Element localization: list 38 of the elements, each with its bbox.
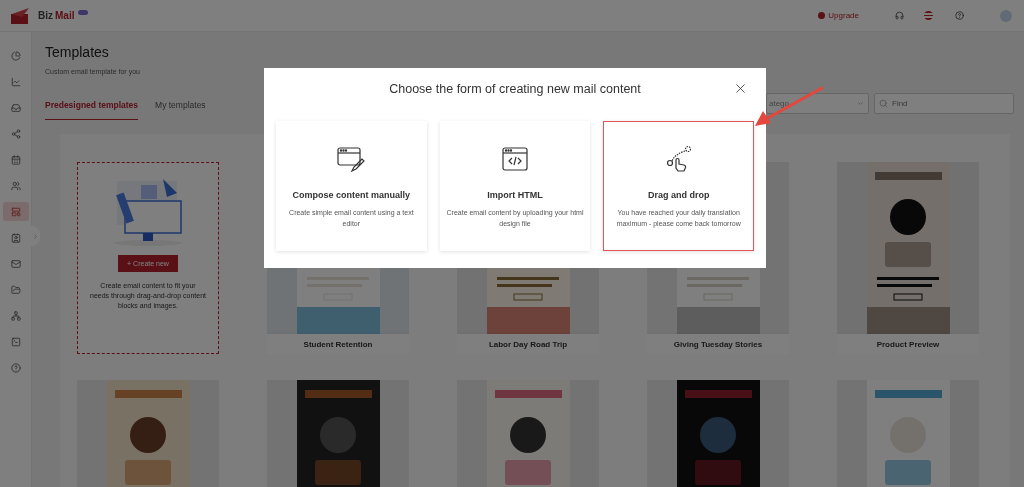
inbox-icon bbox=[10, 102, 21, 113]
help-icon[interactable] bbox=[955, 11, 964, 20]
tab[interactable]: Predesigned templates bbox=[45, 100, 139, 120]
logo-icon bbox=[10, 7, 30, 24]
tab[interactable]: My templates bbox=[155, 100, 206, 120]
network-icon bbox=[10, 310, 21, 321]
close-button[interactable] bbox=[733, 81, 748, 96]
contact-icon bbox=[10, 232, 21, 243]
code-window-icon bbox=[500, 144, 530, 174]
brand-name: Biz Mail bbox=[38, 10, 75, 21]
collapse-button[interactable] bbox=[30, 226, 40, 246]
browser-pencil-icon bbox=[336, 144, 367, 174]
template-title: Giving Tuesday Stories bbox=[647, 334, 789, 354]
help-icon bbox=[10, 362, 21, 373]
upgrade-link[interactable]: Upgrade bbox=[818, 11, 859, 20]
folder-icon bbox=[10, 284, 21, 295]
headset-icon[interactable] bbox=[895, 11, 904, 20]
calendar-icon bbox=[10, 154, 21, 165]
template-title: Student Retention bbox=[267, 334, 409, 354]
template-title: Product Preview bbox=[837, 334, 979, 354]
share-icon bbox=[10, 128, 21, 139]
sidebar-item[interactable] bbox=[2, 202, 29, 221]
pie-chart-icon bbox=[10, 50, 21, 61]
chevron-icon bbox=[31, 232, 39, 240]
flag-icon[interactable] bbox=[924, 11, 933, 20]
annotation-arrow bbox=[755, 86, 824, 126]
template-icon bbox=[10, 206, 21, 217]
users-icon bbox=[10, 180, 21, 191]
page-title: Templates bbox=[45, 44, 110, 60]
version-badge bbox=[78, 10, 89, 15]
template-title: Labor Day Road Trip bbox=[457, 334, 599, 354]
dialog-title: Choose the form of creating new mail content bbox=[389, 82, 641, 96]
chevron-down-icon bbox=[857, 100, 864, 107]
avatar[interactable] bbox=[1000, 9, 1012, 22]
terminal-icon bbox=[10, 336, 21, 347]
search-icon bbox=[879, 99, 888, 108]
line-chart-icon bbox=[10, 76, 21, 87]
mail-icon bbox=[10, 258, 21, 269]
